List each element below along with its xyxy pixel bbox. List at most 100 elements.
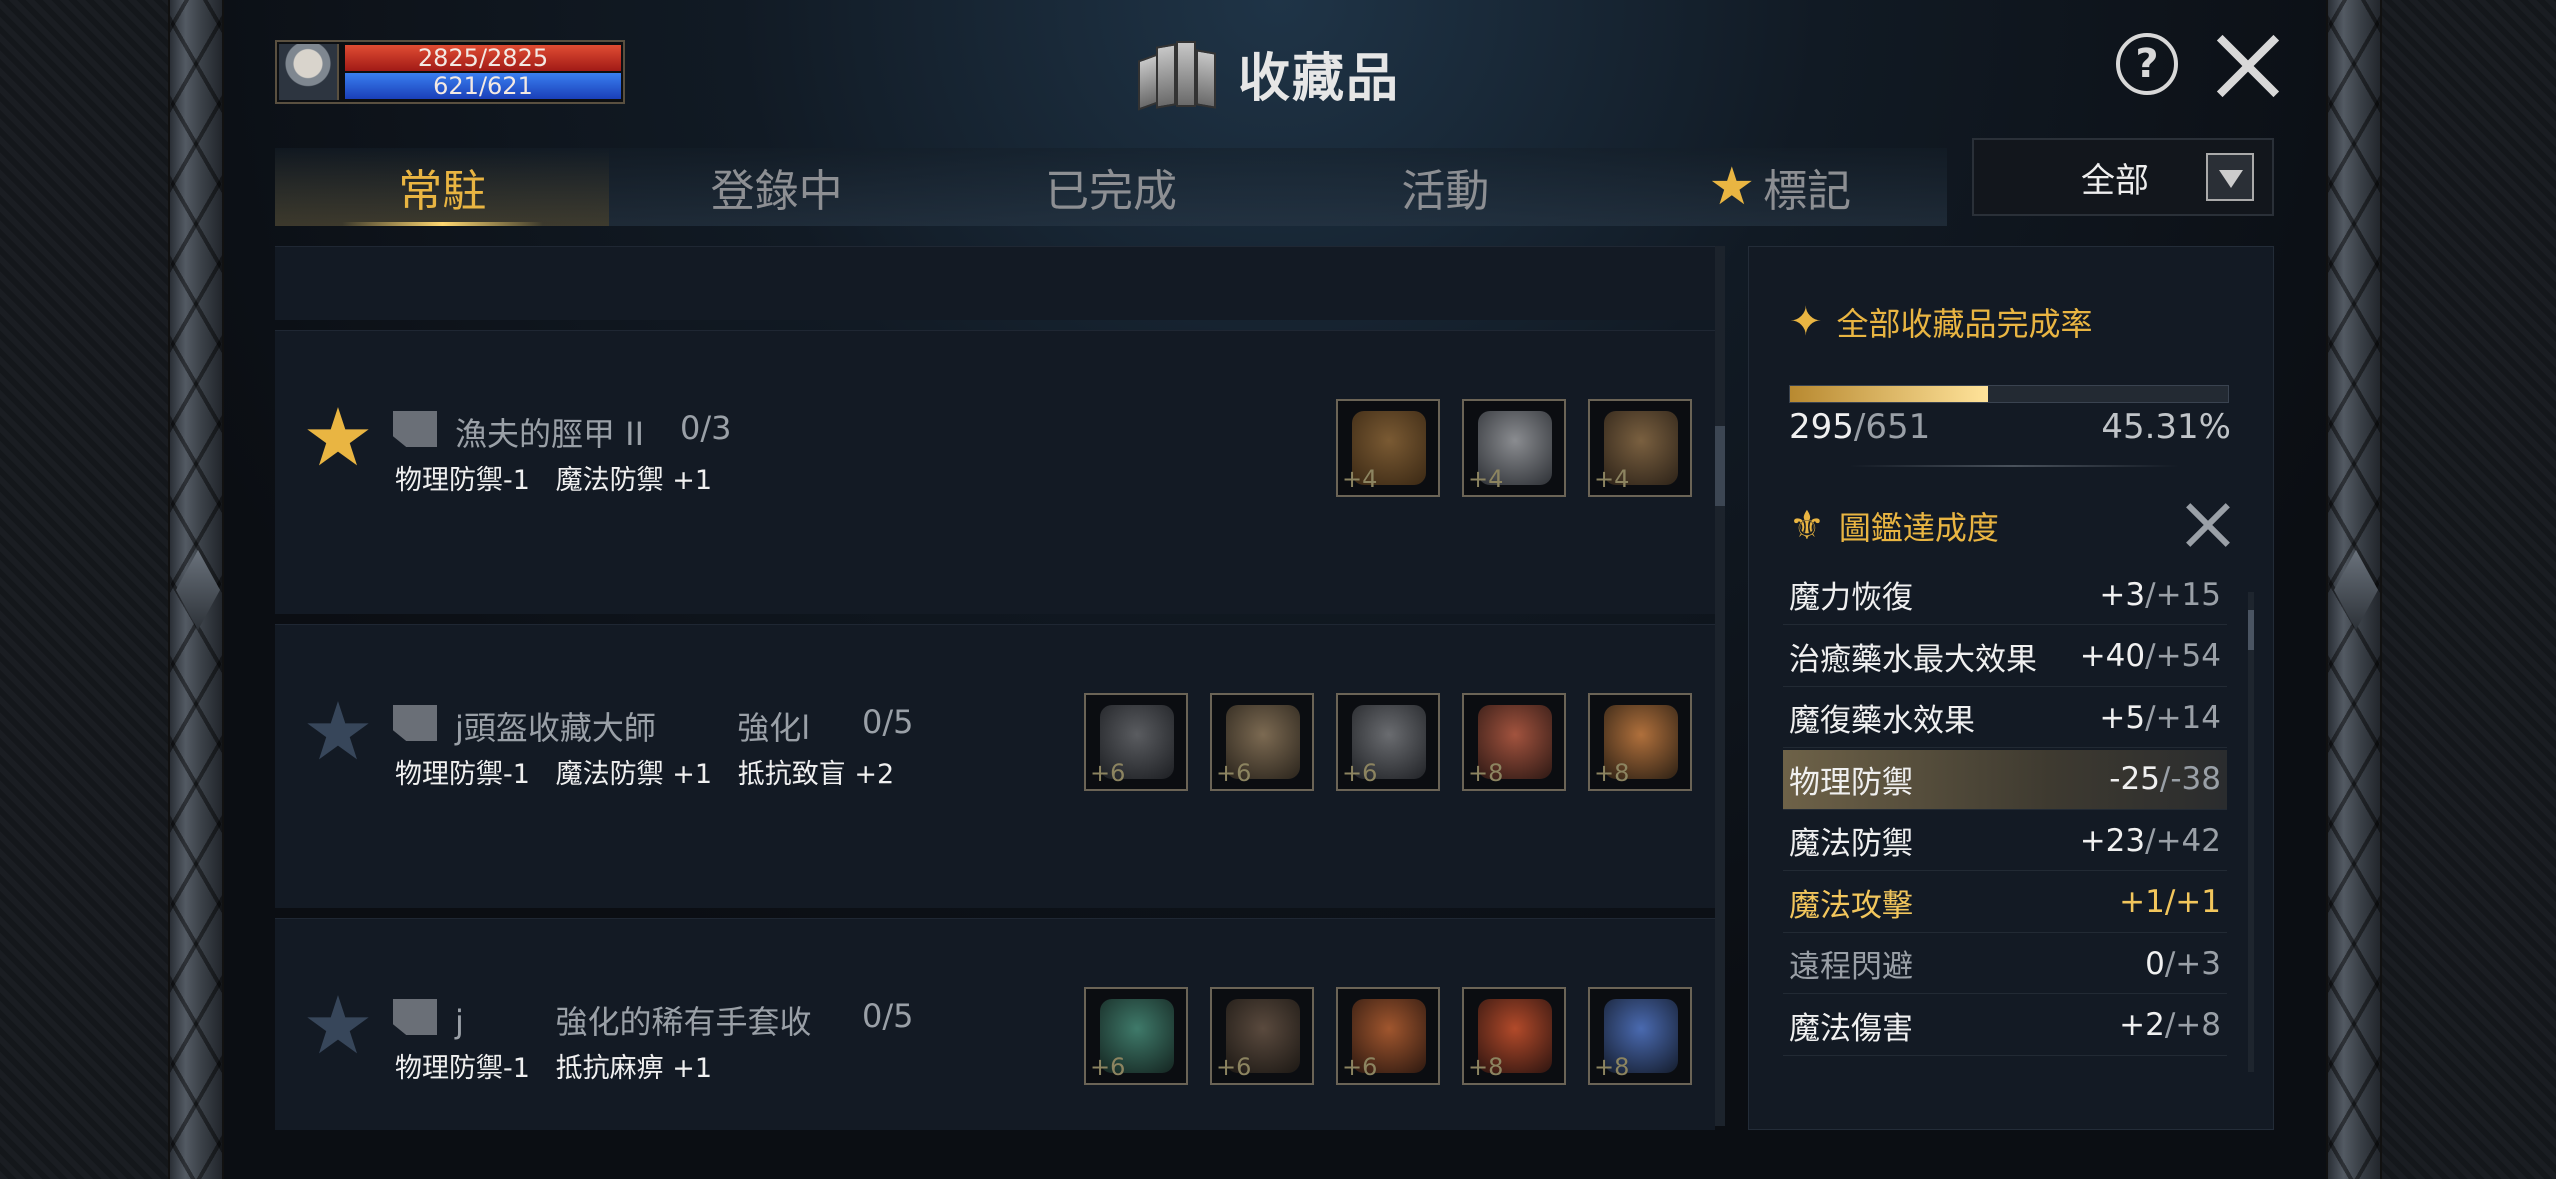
stat-name: 治癒藥水最大效果: [1789, 641, 2037, 678]
item-level: +6: [1090, 1053, 1126, 1081]
collection-card[interactable]: ★ 漁夫的脛甲 II 0/3 物理防禦-1 魔法防禦 +1 +4 +4 +4: [275, 330, 1715, 614]
collection-card[interactable]: ★ j 強化的稀有手套收 0/5 物理防禦-1 抵抗麻痹 +1 +6 +6 +6…: [275, 918, 1715, 1130]
stat-max: /+3: [2164, 945, 2221, 982]
stat-row[interactable]: 物理防禦 -25/-38: [1783, 749, 2227, 810]
star-icon[interactable]: ★: [301, 692, 375, 772]
left-border-texture: [0, 0, 175, 1179]
tab-resident[interactable]: 常駐: [275, 148, 610, 226]
avatar[interactable]: [279, 44, 339, 100]
stat-name: 魔法攻擊: [1789, 887, 1913, 924]
stat-max: /+15: [2145, 576, 2221, 613]
stat-row[interactable]: 魔力恢復 +3/+15: [1783, 565, 2227, 625]
collection-count: 0/3: [680, 409, 732, 447]
stat-name: 魔法傷害: [1789, 1010, 1913, 1047]
stat-current: +3: [2099, 576, 2146, 613]
collection-stats: 物理防禦-1 魔法防禦 +1: [395, 465, 713, 496]
completion-count: 295/651: [1789, 407, 1930, 447]
stat-row[interactable]: 治癒藥水最大效果 +40/+54: [1783, 627, 2227, 687]
item-slot[interactable]: +8: [1588, 693, 1692, 791]
item-slot[interactable]: +8: [1588, 987, 1692, 1085]
stat-row[interactable]: 魔復藥水效果 +5/+14: [1783, 688, 2227, 748]
item-level: +4: [1342, 465, 1378, 493]
stat-value: +23/+42: [2080, 823, 2221, 859]
list-scrollbar[interactable]: [1715, 246, 1725, 1126]
chevron-down-icon: [2206, 153, 2254, 201]
item-level: +6: [1090, 759, 1126, 787]
close-icon[interactable]: [2212, 30, 2284, 102]
list-item: [275, 246, 1715, 320]
codex-title: 圖鑑達成度: [1838, 509, 1999, 547]
item-slot[interactable]: +4: [1462, 399, 1566, 497]
star-icon[interactable]: ★: [301, 398, 375, 478]
completion-progress-bar: [1789, 385, 2229, 403]
filter-dropdown[interactable]: 全部: [1972, 138, 2274, 216]
item-slot[interactable]: +8: [1462, 693, 1566, 791]
item-slot[interactable]: +8: [1462, 987, 1566, 1085]
stat-max: /+8: [2164, 1007, 2221, 1043]
tab-bar: 常駐 登錄中 已完成 活動 ★ 標記: [275, 148, 1947, 226]
divider: [1849, 465, 2179, 467]
stat-value: +1/+1: [2119, 884, 2221, 920]
left-frame-pillar: [168, 0, 224, 1179]
item-slot[interactable]: +6: [1336, 987, 1440, 1085]
completion-percent: 45.31%: [2101, 407, 2231, 447]
collection-card[interactable]: ★ j頭盔收藏大師 強化l 0/5 物理防禦-1 魔法防禦 +1 抵抗致盲 +2…: [275, 624, 1715, 908]
tab-label: 常駐: [398, 166, 487, 217]
item-slot[interactable]: +6: [1084, 693, 1188, 791]
stat-name: 遠程閃避: [1789, 949, 1913, 985]
item-level: +4: [1594, 465, 1630, 493]
stat-row[interactable]: 魔法傷害 +2/+8: [1783, 996, 2227, 1056]
tab-registering[interactable]: 登錄中: [609, 148, 943, 226]
stat-row[interactable]: 遠程閃避 0/+3: [1783, 934, 2227, 994]
tab-marked[interactable]: ★ 標記: [1613, 148, 1947, 226]
stat-current: +23: [2079, 822, 2146, 859]
stat-max: /+1: [2164, 884, 2221, 920]
stat-current: +2: [2119, 1007, 2165, 1043]
stat-name: 魔復藥水效果: [1789, 703, 1975, 739]
item-slot[interactable]: +6: [1336, 693, 1440, 791]
item-level: +8: [1594, 759, 1630, 787]
collection-count: 0/5: [862, 997, 914, 1035]
item-slot[interactable]: +6: [1210, 987, 1314, 1085]
collection-name: j頭盔收藏大師 強化l: [455, 709, 811, 747]
item-level: +6: [1216, 1053, 1252, 1081]
close-icon[interactable]: [2185, 501, 2233, 549]
progress-fill: [1790, 386, 1989, 402]
tab-label: 標記: [1763, 166, 1852, 217]
item-level: +8: [1594, 1053, 1630, 1081]
item-slot[interactable]: +4: [1336, 399, 1440, 497]
panel-scrollbar[interactable]: [2248, 592, 2254, 1072]
hp-bar: 2825/2825: [345, 45, 621, 71]
item-level: +4: [1468, 465, 1504, 493]
collection-list[interactable]: ★ 漁夫的脛甲 II 0/3 物理防禦-1 魔法防禦 +1 +4 +4 +4 ★…: [275, 246, 1715, 1130]
tab-label: 已完成: [1045, 166, 1178, 217]
sparkle-icon: ✦: [1789, 299, 1823, 345]
scroll-thumb[interactable]: [1715, 426, 1725, 506]
scroll-thumb[interactable]: [2248, 610, 2254, 650]
completion-panel: ✦ 全部收藏品完成率 295/651 45.31% ⚜ 圖鑑達成度 魔力恢復 +3…: [1748, 246, 2274, 1130]
stat-current: 0: [2145, 945, 2165, 982]
stat-row[interactable]: 魔法攻擊 +1/+1: [1783, 873, 2227, 933]
collection-stats: 物理防禦-1 魔法防禦 +1 抵抗致盲 +2: [395, 759, 895, 790]
stat-value: 0/+3: [2145, 946, 2221, 982]
stat-row[interactable]: 魔法防禦 +23/+42: [1783, 811, 2227, 871]
tab-label: 登錄中: [710, 166, 843, 217]
right-border-texture: [2366, 0, 2556, 1179]
item-slot[interactable]: +4: [1588, 399, 1692, 497]
star-icon[interactable]: ★: [301, 986, 375, 1066]
codex-header: ⚜ 圖鑑達成度: [1789, 503, 1999, 549]
question-circle-icon[interactable]: ?: [2116, 33, 2178, 95]
star-icon: ★: [1708, 157, 1756, 217]
item-slot[interactable]: +6: [1084, 987, 1188, 1085]
item-slot[interactable]: +6: [1210, 693, 1314, 791]
stat-name: 魔力恢復: [1789, 580, 1913, 616]
completed-count: 295: [1789, 407, 1854, 447]
collection-name: j 強化的稀有手套收: [455, 1003, 812, 1041]
tab-event[interactable]: 活動: [1278, 148, 1612, 226]
stat-name: 魔法防禦: [1789, 826, 1913, 862]
mp-bar: 621/621: [345, 73, 621, 99]
collection-count: 0/5: [862, 703, 914, 741]
item-level: +6: [1342, 759, 1378, 787]
tab-completed[interactable]: 已完成: [944, 148, 1278, 226]
total-count: /651: [1853, 407, 1931, 447]
